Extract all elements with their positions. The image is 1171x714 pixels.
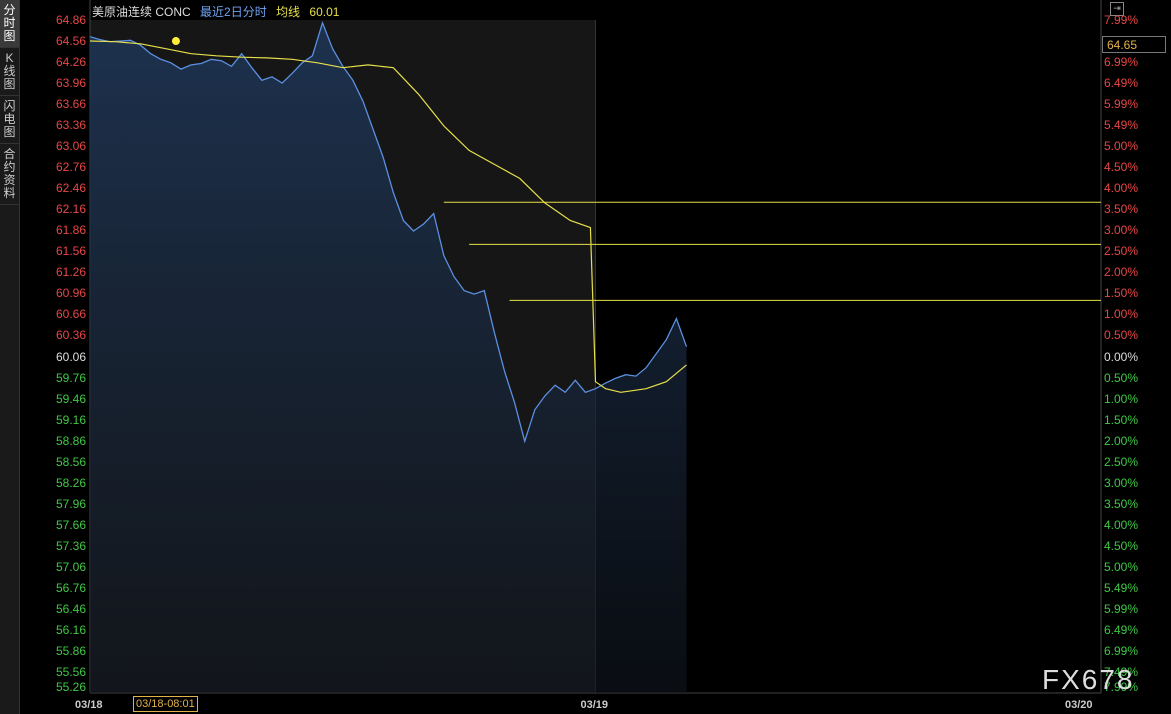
price-tick-label: 57.96 bbox=[56, 496, 87, 511]
percent-tick-label: 3.50% bbox=[1104, 496, 1139, 511]
price-tick-label: 56.16 bbox=[56, 622, 87, 637]
percent-tick-label: 1.00% bbox=[1104, 307, 1139, 322]
time-tick-label: 03/18 bbox=[75, 699, 103, 711]
price-tick-label: 56.76 bbox=[56, 580, 87, 595]
price-tick-label: 64.86 bbox=[56, 13, 87, 27]
percent-tick-label: 5.49% bbox=[1104, 118, 1139, 133]
intraday-chart bbox=[89, 0, 1102, 694]
percent-tick-label: 5.00% bbox=[1104, 559, 1139, 574]
price-tick-label: 57.06 bbox=[56, 559, 87, 574]
percent-tick-label: 2.00% bbox=[1104, 265, 1139, 280]
percent-tick-label: 5.99% bbox=[1104, 97, 1139, 112]
percent-tick-label: 2.50% bbox=[1104, 454, 1139, 469]
percent-tick-label: 4.00% bbox=[1104, 517, 1139, 532]
price-tick-label: 58.26 bbox=[56, 475, 87, 490]
percent-axis: 7.99%7.49%6.99%6.49%5.99%5.49%5.00%4.50%… bbox=[1101, 0, 1171, 700]
percent-tick-label: 6.49% bbox=[1104, 622, 1139, 637]
price-tick-label: 58.56 bbox=[56, 454, 87, 469]
percent-tick-label: 0.00% bbox=[1104, 349, 1139, 364]
price-tick-label: 58.86 bbox=[56, 433, 87, 448]
price-tick-label: 62.16 bbox=[56, 202, 87, 217]
price-tick-label: 63.06 bbox=[56, 139, 87, 154]
percent-tick-label: 3.00% bbox=[1104, 475, 1139, 490]
percent-tick-label: 3.50% bbox=[1104, 202, 1139, 217]
price-tick-label: 55.86 bbox=[56, 643, 87, 658]
price-tick-label: 60.36 bbox=[56, 328, 87, 343]
price-tick-label: 63.66 bbox=[56, 97, 87, 112]
price-tick-label: 55.56 bbox=[56, 664, 87, 679]
percent-tick-label: 0.50% bbox=[1104, 328, 1139, 343]
price-tick-label: 61.86 bbox=[56, 223, 87, 238]
percent-tick-label: 1.00% bbox=[1104, 391, 1139, 406]
price-tick-label: 55.26 bbox=[56, 680, 87, 694]
crosshair-time-label: 03/18-08:01 bbox=[133, 696, 198, 712]
percent-tick-label: 1.50% bbox=[1104, 286, 1139, 301]
price-tick-label: 57.66 bbox=[56, 517, 87, 532]
watermark-logo: FX678 bbox=[1042, 664, 1135, 695]
percent-tick-label: 7.99% bbox=[1104, 13, 1139, 27]
time-axis: 03/18 03/19 03/20 bbox=[75, 696, 1101, 714]
percent-tick-label: 4.50% bbox=[1104, 538, 1139, 553]
percent-tick-label: 4.00% bbox=[1104, 181, 1139, 196]
percent-tick-label: 5.49% bbox=[1104, 580, 1139, 595]
percent-tick-label: 5.99% bbox=[1104, 601, 1139, 616]
price-tick-label: 59.76 bbox=[56, 370, 87, 385]
price-tick-label: 60.06 bbox=[56, 349, 87, 364]
price-axis: 64.86 64.56 64.26 63.96 63.66 63.36 63.06 62.76… bbox=[20, 0, 90, 700]
percent-tick-label: 0.50% bbox=[1104, 370, 1139, 385]
percent-tick-label: 3.00% bbox=[1104, 223, 1139, 238]
price-tick-label: 63.36 bbox=[56, 118, 87, 133]
price-tick-label: 60.96 bbox=[56, 286, 87, 301]
price-tick-label: 62.76 bbox=[56, 160, 87, 175]
price-tick-label: 59.16 bbox=[56, 412, 87, 427]
percent-tick-label: 4.50% bbox=[1104, 160, 1139, 175]
price-tick-label: 59.46 bbox=[56, 391, 87, 406]
price-tick-label: 64.56 bbox=[56, 34, 87, 49]
price-tick-label: 62.46 bbox=[56, 181, 87, 196]
current-price-box: 64.65 bbox=[1102, 36, 1166, 53]
percent-tick-label: 2.00% bbox=[1104, 433, 1139, 448]
percent-tick-label: 1.50% bbox=[1104, 412, 1139, 427]
price-tick-label: 56.46 bbox=[56, 601, 87, 616]
price-tick-label: 61.56 bbox=[56, 244, 87, 259]
percent-tick-label: 2.50% bbox=[1104, 244, 1139, 259]
price-tick-label: 57.36 bbox=[56, 538, 87, 553]
time-tick-label: 03/20 bbox=[1065, 699, 1093, 711]
price-tick-label: 63.96 bbox=[56, 76, 87, 91]
price-tick-label: 64.26 bbox=[56, 55, 87, 70]
crosshair-marker bbox=[171, 37, 180, 46]
price-tick-label: 61.26 bbox=[56, 265, 87, 280]
percent-tick-label: 5.00% bbox=[1104, 139, 1139, 154]
percent-tick-label: 6.99% bbox=[1104, 55, 1139, 70]
time-tick-label: 03/19 bbox=[580, 699, 609, 711]
percent-tick-label: 6.99% bbox=[1104, 643, 1139, 658]
price-tick-label: 60.66 bbox=[56, 307, 87, 322]
percent-tick-label: 6.49% bbox=[1104, 76, 1139, 91]
